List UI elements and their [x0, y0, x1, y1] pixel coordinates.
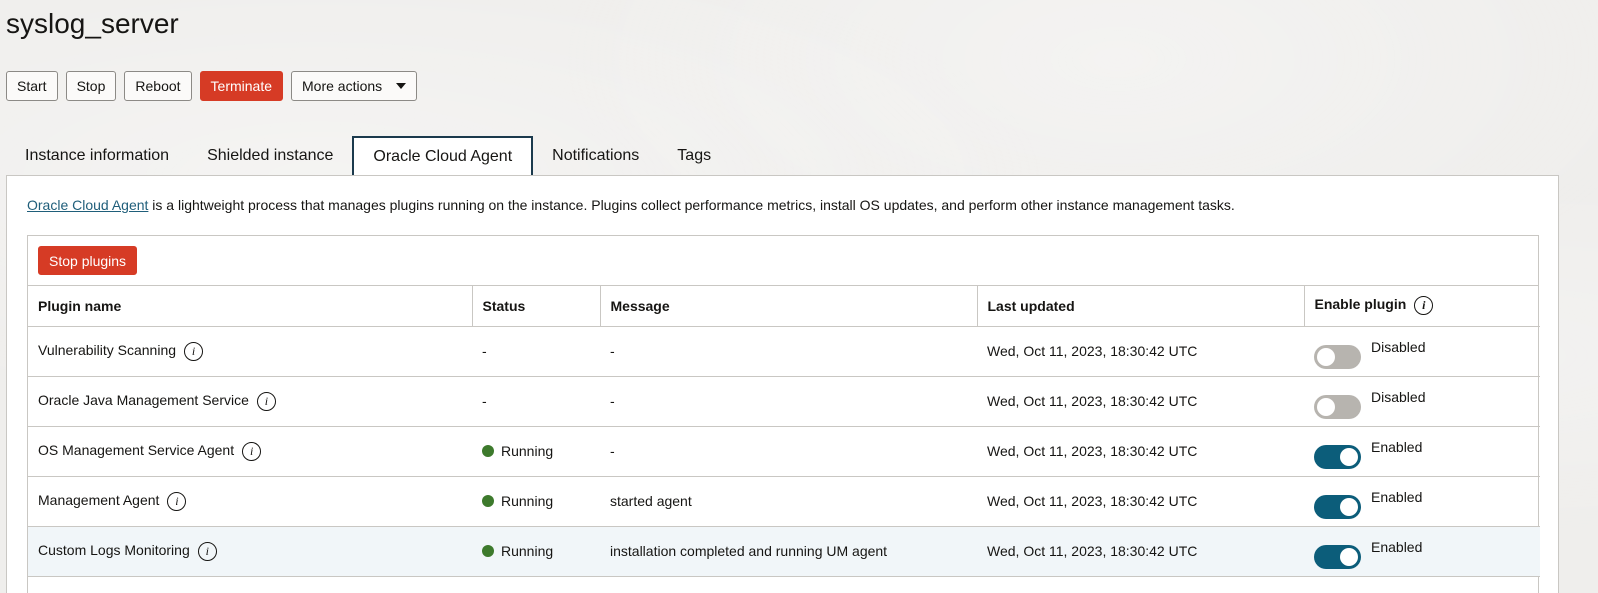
toggle-label: Enabled	[1371, 439, 1423, 455]
table-toolbar: Stop plugins	[28, 236, 1538, 286]
header-enable-plugin: Enable plugin i	[1304, 286, 1540, 327]
info-icon[interactable]: i	[184, 341, 204, 361]
more-actions-label: More actions	[302, 78, 383, 94]
terminate-button[interactable]: Terminate	[199, 71, 284, 101]
message-cell: -	[600, 426, 977, 477]
toggle-label: Disabled	[1371, 339, 1426, 355]
tab-shielded-instance[interactable]: Shielded instance	[188, 137, 352, 175]
status-label: Running	[501, 443, 554, 459]
enable-plugin-cell: Disabled	[1304, 376, 1540, 427]
table-row: Oracle Java Management Service i - - Wed,…	[28, 376, 1540, 427]
message-cell: -	[600, 376, 977, 427]
tab-oracle-cloud-agent[interactable]: Oracle Cloud Agent	[352, 136, 534, 175]
plugin-name-cell: Oracle Java Management Service i	[28, 376, 472, 427]
page-title: syslog_server	[6, 8, 179, 39]
stop-button[interactable]: Stop	[65, 71, 117, 101]
toggle-label: Enabled	[1371, 539, 1423, 555]
toggle-knob	[1340, 498, 1358, 516]
plugin-name-cell: Management Agent i	[28, 476, 472, 527]
status-cell: Running	[472, 476, 600, 527]
last-updated-cell: Wed, Oct 11, 2023, 18:30:42 UTC	[977, 426, 1304, 477]
last-updated-cell: Wed, Oct 11, 2023, 18:30:42 UTC	[977, 526, 1304, 577]
chevron-down-icon	[396, 83, 407, 89]
running-status-icon	[482, 445, 494, 457]
oracle-cloud-agent-link[interactable]: Oracle Cloud Agent	[27, 197, 148, 213]
status-cell: -	[472, 376, 600, 427]
status-label: Running	[501, 543, 554, 559]
intro-text: Oracle Cloud Agent is a lightweight proc…	[27, 197, 1235, 213]
message-cell: installation completed and running UM ag…	[600, 526, 977, 577]
toggle-knob	[1317, 348, 1335, 366]
enable-plugin-cell: Disabled	[1304, 326, 1540, 377]
plugin-name-cell: OS Management Service Agent i	[28, 426, 472, 477]
toggle-knob	[1340, 548, 1358, 566]
toggle-label: Enabled	[1371, 489, 1423, 505]
header-enable-plugin-label: Enable plugin	[1314, 296, 1407, 313]
info-icon[interactable]: i	[256, 391, 276, 411]
stop-plugins-button[interactable]: Stop plugins	[38, 246, 138, 275]
action-bar: Start Stop Reboot Terminate More actions	[6, 71, 418, 101]
enable-plugin-toggle[interactable]	[1314, 395, 1361, 419]
running-status-icon	[482, 495, 494, 507]
info-icon[interactable]: i	[242, 441, 262, 461]
tab-bar: Instance information Shielded instance O…	[6, 136, 730, 175]
plugins-table-container: Stop plugins Plugin name Status Message …	[27, 235, 1540, 593]
toggle-knob	[1340, 448, 1358, 466]
tab-instance-information[interactable]: Instance information	[6, 137, 188, 175]
plugin-name: Custom Logs Monitoring	[38, 541, 190, 558]
plugin-name-cell: Vulnerability Scanning i	[28, 326, 472, 377]
table-row: Vulnerability Scanning i - - Wed, Oct 11,…	[28, 326, 1540, 377]
plugin-name: Vulnerability Scanning	[38, 341, 177, 358]
table-header-row: Plugin name Status Message Last updated …	[28, 286, 1540, 327]
info-icon[interactable]: i	[167, 491, 187, 511]
header-status: Status	[472, 286, 601, 327]
more-actions-button[interactable]: More actions	[291, 71, 418, 101]
info-icon[interactable]: i	[197, 541, 217, 561]
plugin-name-cell: Custom Logs Monitoring i	[28, 526, 472, 577]
start-button[interactable]: Start	[6, 71, 58, 101]
enable-plugin-cell: Enabled	[1304, 476, 1540, 527]
intro-description: is a lightweight process that manages pl…	[148, 197, 1235, 213]
toggle-label: Disabled	[1371, 389, 1426, 405]
running-status-icon	[482, 545, 494, 557]
table-row: OS Management Service Agent i Running - W…	[28, 426, 1540, 477]
oracle-cloud-agent-panel: Oracle Cloud Agent is a lightweight proc…	[6, 175, 1559, 593]
header-last-updated: Last updated	[977, 286, 1305, 327]
status-cell: Running	[472, 526, 600, 577]
table-row: Management Agent i Running started agent …	[28, 476, 1540, 527]
enable-plugin-toggle[interactable]	[1314, 345, 1361, 369]
last-updated-cell: Wed, Oct 11, 2023, 18:30:42 UTC	[977, 476, 1304, 527]
table-row: Custom Logs Monitoring i Running installa…	[28, 526, 1540, 577]
status-cell: Running	[472, 426, 600, 477]
enable-plugin-toggle[interactable]	[1314, 445, 1361, 469]
tab-notifications[interactable]: Notifications	[533, 137, 658, 175]
status-label: Running	[501, 493, 554, 509]
enable-plugin-toggle[interactable]	[1314, 495, 1361, 519]
tab-tags[interactable]: Tags	[658, 137, 730, 175]
enable-plugin-cell: Enabled	[1304, 426, 1540, 477]
last-updated-cell: Wed, Oct 11, 2023, 18:30:42 UTC	[977, 326, 1304, 377]
plugins-table: Plugin name Status Message Last updated …	[28, 286, 1540, 577]
header-plugin-name: Plugin name	[28, 286, 473, 327]
message-cell: started agent	[600, 476, 977, 527]
plugin-name: Management Agent	[38, 491, 160, 508]
plugin-name: Oracle Java Management Service	[38, 391, 249, 408]
status-cell: -	[472, 326, 600, 377]
enable-plugin-cell: Enabled	[1304, 526, 1540, 577]
plugin-name: OS Management Service Agent	[38, 441, 235, 458]
last-updated-cell: Wed, Oct 11, 2023, 18:30:42 UTC	[977, 376, 1304, 427]
header-message: Message	[600, 286, 978, 327]
info-icon[interactable]: i	[1414, 296, 1434, 316]
enable-plugin-toggle[interactable]	[1314, 545, 1361, 569]
toggle-knob	[1317, 398, 1335, 416]
reboot-button[interactable]: Reboot	[124, 71, 192, 101]
message-cell: -	[600, 326, 977, 377]
